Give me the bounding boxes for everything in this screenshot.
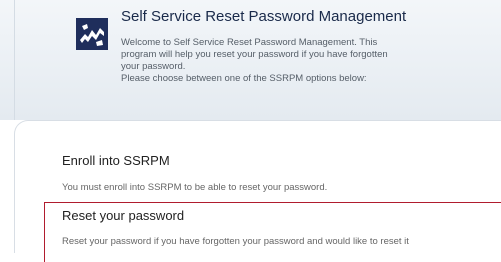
description-line: Please choose between one of the SSRPM o…	[121, 73, 367, 84]
welcome-description: Welcome to Self Service Reset Password M…	[121, 37, 491, 85]
enroll-option-description: You must enroll into SSRPM to be able to…	[62, 182, 328, 193]
ssrpm-logo-icon	[76, 18, 108, 50]
reset-option-description: Reset your password if you have forgotte…	[62, 236, 409, 247]
page-title: Self Service Reset Password Management	[121, 8, 407, 25]
description-line: program will help you reset your passwor…	[121, 49, 388, 60]
header-divider	[14, 0, 15, 120]
description-line: your password.	[121, 61, 186, 72]
description-line: Welcome to Self Service Reset Password M…	[121, 37, 378, 48]
reset-option-link[interactable]: Reset your password	[62, 208, 184, 223]
enroll-option-link[interactable]: Enroll into SSRPM	[62, 153, 170, 168]
